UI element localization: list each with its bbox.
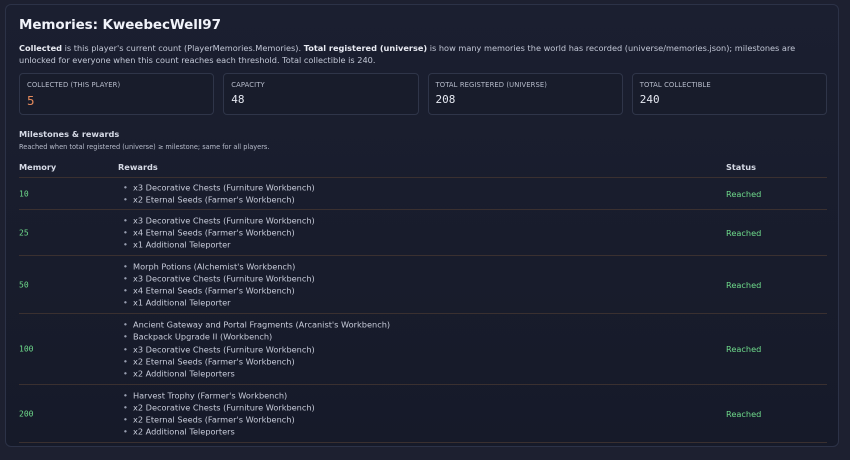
status-reached: Reached	[726, 408, 762, 419]
reward-item: x2 Eternal Seeds (Farmer's Workbench)	[122, 414, 315, 426]
reward-list: Ancient Gateway and Portal Fragments (Ar…	[122, 318, 390, 379]
reward-item: x3 Decorative Chests (Furniture Workbenc…	[122, 214, 315, 226]
column-header-status: Status	[726, 162, 756, 172]
stat-label: Total collectible	[639, 81, 711, 89]
table-header: Memory Rewards Status	[19, 157, 827, 178]
reward-item: x4 Eternal Seeds (Farmer's Workbench)	[122, 285, 315, 297]
description: Collected is this player's current count…	[19, 42, 831, 66]
stat-value: 240	[639, 93, 660, 106]
status-reached: Reached	[726, 344, 762, 354]
status-reached: Reached	[726, 188, 762, 199]
stat-card-capacity: Capacity 48	[223, 73, 419, 115]
reward-item: x3 Decorative Chests (Furniture Workbenc…	[122, 343, 390, 355]
stat-label: Capacity	[231, 81, 265, 89]
collected-term: Collected	[19, 43, 62, 53]
stat-value: 208	[435, 93, 456, 106]
page-title: Memories: KweebecWell97	[19, 17, 221, 33]
table-row: 25 x3 Decorative Chests (Furniture Workb…	[19, 210, 827, 256]
stat-card-total-collectible: Total collectible 240	[631, 73, 827, 115]
milestones-title: Milestones & rewards	[19, 129, 120, 139]
reward-item: x2 Decorative Chests (Furniture Workbenc…	[122, 401, 315, 413]
reward-list: x3 Decorative Chests (Furniture Workbenc…	[122, 214, 315, 251]
reward-item: x2 Eternal Seeds (Farmer's Workbench)	[122, 194, 315, 206]
milestone-memory: 200	[19, 409, 34, 418]
reward-item: x4 Eternal Seeds (Farmer's Workbench)	[122, 226, 315, 238]
status-reached: Reached	[726, 279, 762, 290]
stat-card-collected: Collected (this player) 5	[19, 73, 215, 115]
collected-text: is this player's current count (PlayerMe…	[61, 43, 304, 53]
memories-panel: Memories: KweebecWell97 Collected is thi…	[5, 4, 839, 447]
reward-item: Ancient Gateway and Portal Fragments (Ar…	[122, 318, 390, 330]
stat-card-total-registered: Total registered (universe) 208	[427, 73, 623, 115]
milestone-memory: 50	[19, 280, 29, 289]
reward-list: Morph Potions (Alchemist's Workbench) x3…	[122, 260, 315, 309]
reward-item: x3 Decorative Chests (Furniture Workbenc…	[122, 272, 315, 284]
milestone-memory: 10	[19, 189, 29, 198]
reward-item: Morph Potions (Alchemist's Workbench)	[122, 260, 315, 272]
table-row: 50 Morph Potions (Alchemist's Workbench)…	[19, 256, 827, 314]
column-header-rewards: Rewards	[118, 162, 158, 172]
stats-row: Collected (this player) 5 Capacity 48 To…	[19, 73, 827, 115]
stat-label: Total registered (universe)	[435, 81, 548, 89]
reward-item: x2 Eternal Seeds (Farmer's Workbench)	[122, 355, 390, 367]
table-row: 200 Harvest Trophy (Farmer's Workbench) …	[19, 385, 827, 443]
stat-label: Collected (this player)	[27, 81, 121, 89]
reward-item: Backpack Upgrade II (Workbench)	[122, 331, 390, 343]
reward-item: x2 Additional Teleporters	[122, 426, 315, 438]
milestones-subtitle: Reached when total registered (universe)…	[19, 143, 270, 151]
reward-list: Harvest Trophy (Farmer's Workbench) x2 D…	[122, 389, 315, 438]
reward-item: x1 Additional Teleporter	[122, 297, 315, 309]
reward-item: x1 Additional Teleporter	[122, 239, 315, 251]
reward-item: x2 Additional Teleporters	[122, 367, 390, 379]
total-term: Total registered (universe)	[303, 43, 428, 53]
reward-list: x3 Decorative Chests (Furniture Workbenc…	[122, 181, 315, 206]
milestone-memory: 100	[19, 344, 34, 354]
milestone-memory: 25	[19, 228, 29, 237]
stat-value: 48	[231, 93, 245, 106]
column-header-memory: Memory	[19, 162, 57, 172]
milestones-table: Memory Rewards Status 10 x3 Decorative C…	[19, 157, 827, 443]
reward-item: x3 Decorative Chests (Furniture Workbenc…	[122, 181, 315, 193]
reward-item: Harvest Trophy (Farmer's Workbench)	[122, 389, 315, 401]
table-row: 100 Ancient Gateway and Portal Fragments…	[19, 314, 827, 385]
stat-value: 5	[27, 93, 35, 108]
table-row: 10 x3 Decorative Chests (Furniture Workb…	[19, 178, 827, 210]
status-reached: Reached	[726, 227, 762, 238]
